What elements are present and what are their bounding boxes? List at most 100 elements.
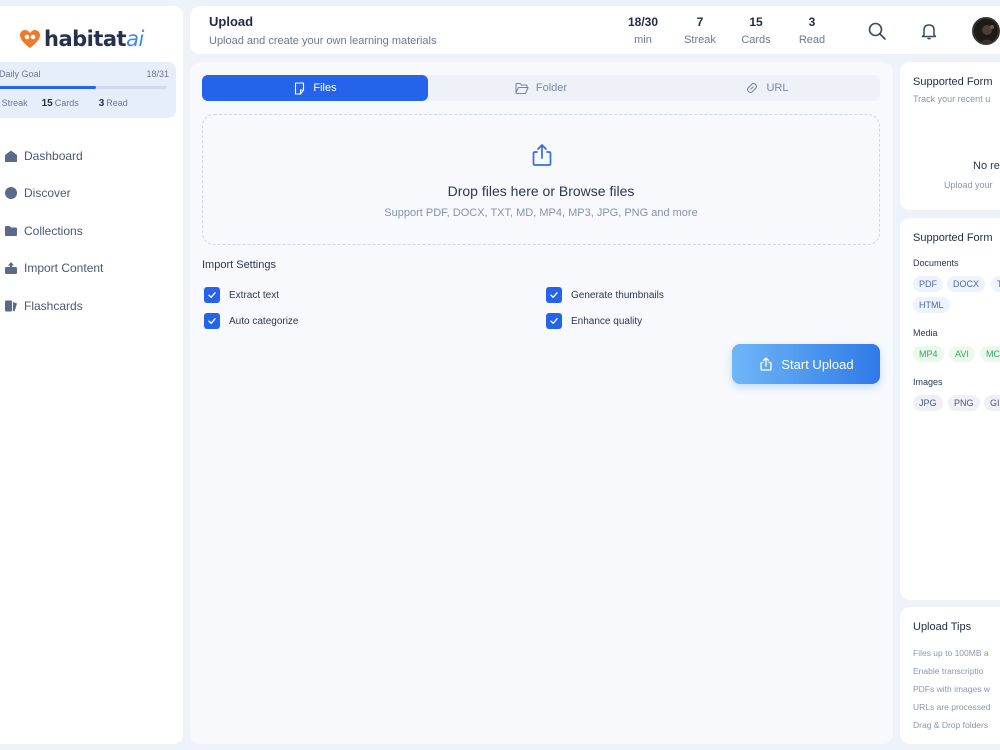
checkbox-checked-icon[interactable]: [546, 313, 562, 329]
tab-label: Files: [313, 82, 337, 94]
option-generate-thumbnails[interactable]: Generate thumbnails: [546, 287, 664, 303]
file-icon: [295, 81, 305, 95]
format-chip: HTML: [913, 297, 950, 313]
start-upload-label: Start Upload: [781, 356, 854, 372]
top-header: Upload Upload and create your own learni…: [190, 6, 1000, 54]
format-chip: MP4: [913, 346, 944, 362]
sidebar-item-import-content[interactable]: Import Content: [4, 259, 103, 278]
header-stat-label: Read: [798, 34, 826, 46]
upload-icon: [4, 261, 18, 275]
sidebar: habitat ai Daily Goal 18/31 7Streak 15Ca…: [0, 6, 183, 744]
tip-item: Files up to 100MB a: [913, 648, 989, 658]
upload-tips-panel: Upload Tips Files up to 100MB a Enable t…: [900, 607, 1000, 744]
logo-mark-icon: [19, 29, 41, 49]
file-dropzone[interactable]: Drop files here or Browse files Support …: [202, 114, 880, 245]
share-upload-icon: [529, 142, 555, 168]
goal-stat-cards: 15 Cards: [42, 98, 79, 109]
header-stat-cards: 15 Cards: [734, 15, 778, 46]
empty-state-subtitle: Upload your: [944, 180, 993, 190]
format-chip: PNG: [948, 395, 980, 411]
header-stat-value: 15: [749, 15, 763, 29]
checkbox-checked-icon[interactable]: [546, 287, 562, 303]
recent-empty-state: No re Upload your: [913, 118, 1000, 198]
format-chip: T: [991, 276, 1000, 292]
header-stat-value: 7: [696, 15, 704, 29]
tab-label: Folder: [535, 82, 568, 94]
tip-item: Enable transcriptio: [913, 666, 984, 676]
main-panel: Files Folder URL Drop files here or Brow…: [190, 62, 893, 744]
brand-logo[interactable]: habitat ai: [19, 24, 144, 54]
header-stat-value: 3: [808, 15, 816, 29]
supported-formats-panel: Supported Form Documents PDF DOCX T HTML…: [900, 218, 1000, 600]
search-icon[interactable]: [867, 21, 887, 41]
checkbox-checked-icon[interactable]: [204, 287, 220, 303]
bell-icon[interactable]: [919, 21, 939, 41]
daily-goal-label: Daily Goal: [0, 69, 41, 79]
goal-stat-streak: 7Streak: [0, 98, 28, 109]
format-chip: MC: [980, 346, 1000, 362]
link-icon: [747, 82, 758, 94]
option-label: Generate thumbnails: [571, 289, 664, 301]
sidebar-item-label: Flashcards: [24, 298, 83, 313]
header-stat-label: Streak: [684, 34, 716, 46]
tips-panel-title: Upload Tips: [913, 621, 972, 633]
sidebar-item-label: Dashboard: [24, 148, 83, 163]
header-stat-label: min: [634, 34, 652, 46]
brand-name: habitat: [44, 27, 127, 51]
tab-url[interactable]: URL: [654, 75, 880, 101]
header-stat-streak: 7 Streak: [678, 15, 722, 46]
goal-stat-streak-label: Streak: [1, 98, 28, 108]
start-upload-button[interactable]: Start Upload: [732, 344, 880, 384]
format-chip: AVI: [949, 346, 975, 362]
format-chip: JPG: [913, 395, 943, 411]
dropzone-subtitle: Support PDF, DOCX, TXT, MD, MP4, MP3, JP…: [384, 207, 698, 219]
sidebar-nav: Dashboard Discover Collections Import Co…: [4, 146, 103, 334]
empty-state-title: No re: [973, 160, 1000, 172]
formats-panel-title: Supported Form: [913, 232, 993, 244]
sidebar-item-collections[interactable]: Collections: [4, 221, 103, 240]
sidebar-item-flashcards[interactable]: Flashcards: [4, 296, 103, 315]
option-extract-text[interactable]: Extract text: [204, 287, 279, 303]
cards-icon: [4, 299, 18, 313]
checkbox-checked-icon[interactable]: [204, 313, 220, 329]
daily-goal-count: 18/31: [146, 69, 169, 79]
tip-item: Drag & Drop folders: [913, 720, 989, 730]
tab-files[interactable]: Files: [202, 75, 428, 101]
upload-arrow-icon: [760, 357, 773, 371]
daily-goal-card: Daily Goal 18/31 7Streak 15Cards 3Read: [0, 62, 176, 118]
page-title: Upload: [209, 14, 254, 29]
recent-panel-subtitle: Track your recent u: [913, 94, 991, 104]
dropzone-title: Drop files here or Browse files: [447, 183, 635, 199]
sidebar-item-label: Discover: [24, 186, 71, 200]
option-label: Auto categorize: [229, 315, 299, 327]
sidebar-item-discover[interactable]: Discover: [4, 184, 103, 203]
sidebar-item-label: Collections: [24, 223, 83, 238]
format-group-images: Images: [913, 377, 943, 387]
format-group-media: Media: [913, 328, 938, 338]
goal-stat-read: 3 Read: [99, 98, 128, 109]
header-stat-value: 18/30: [627, 15, 659, 29]
sidebar-item-dashboard[interactable]: Dashboard: [4, 146, 103, 165]
option-enhance-quality[interactable]: Enhance quality: [546, 313, 642, 329]
avatar[interactable]: [972, 17, 1000, 45]
option-auto-categorize[interactable]: Auto categorize: [204, 313, 299, 329]
tab-label: URL: [766, 82, 789, 94]
upload-source-tabs: Files Folder URL: [202, 75, 880, 101]
recent-uploads-panel: Supported Form Track your recent u No re…: [900, 62, 1000, 210]
recent-panel-title: Supported Form: [913, 76, 993, 88]
format-chip: PDF: [913, 276, 943, 292]
format-chip: GI: [984, 395, 1000, 411]
import-settings-title: Import Settings: [202, 259, 276, 271]
compass-icon: [4, 186, 18, 200]
daily-goal-progress-fill: [0, 86, 97, 89]
folder-open-icon: [515, 82, 529, 94]
home-icon: [4, 149, 18, 163]
page-subtitle: Upload and create your own learning mate…: [209, 35, 437, 47]
option-label: Extract text: [229, 289, 280, 301]
brand-suffix: ai: [126, 27, 144, 51]
goal-stat-read-value: 3: [98, 98, 105, 109]
tab-folder[interactable]: Folder: [428, 75, 654, 101]
folder-icon: [4, 224, 18, 238]
goal-stat-cards-label: Cards: [54, 98, 79, 108]
goal-stat-read-label: Read: [106, 98, 128, 108]
